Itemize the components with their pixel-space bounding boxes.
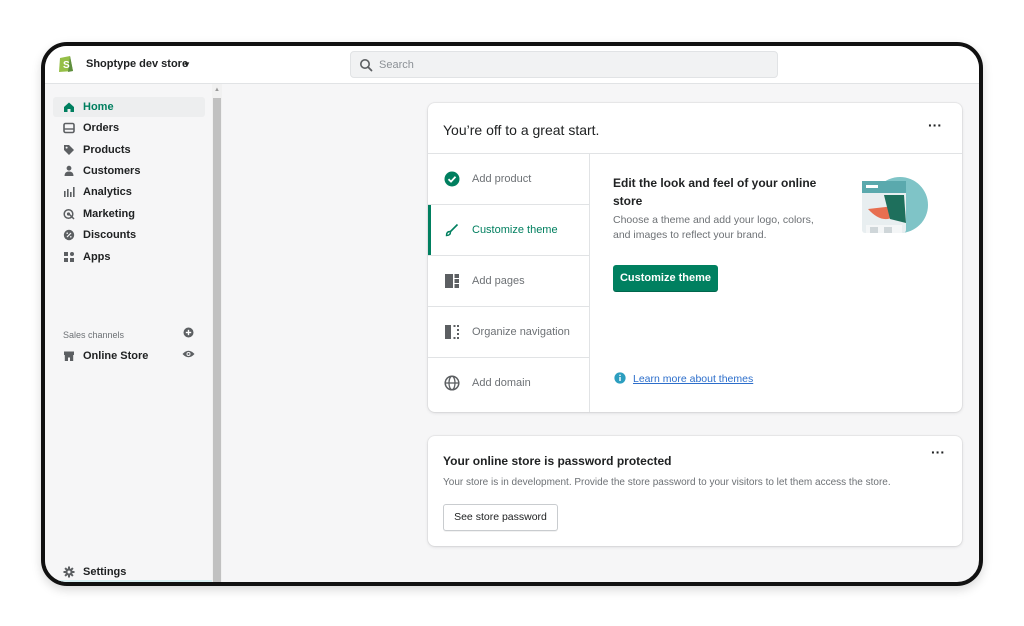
sales-channels-heading: Sales channels [63, 330, 125, 340]
pages-icon [445, 274, 459, 288]
step-label: Organize navigation [472, 326, 570, 338]
tag-icon [64, 145, 74, 155]
step-label: Add pages [472, 275, 525, 287]
home-icon [64, 102, 74, 112]
scroll-thumb[interactable] [213, 98, 221, 582]
info-icon [614, 372, 626, 384]
step-organize-navigation[interactable]: Organize navigation [428, 307, 589, 358]
step-label: Customize theme [472, 224, 558, 236]
svg-text:S: S [63, 60, 70, 71]
step-label: Add product [472, 173, 532, 185]
sidebar-item-settings[interactable]: Settings [53, 562, 205, 582]
more-actions-icon[interactable]: ··· [928, 118, 942, 132]
sidebar-item-label: Analytics [83, 186, 132, 198]
card-description: Your store is in development. Provide th… [443, 477, 891, 488]
sidebar-item-label: Discounts [83, 229, 137, 241]
sidebar-item-label: Home [83, 101, 114, 113]
apps-icon [64, 252, 74, 262]
sidebar-item-products[interactable]: Products [53, 140, 205, 160]
sidebar-item-label: Settings [83, 566, 127, 578]
step-add-pages[interactable]: Add pages [428, 256, 589, 307]
sidebar-item-label: Apps [83, 251, 111, 263]
step-add-domain[interactable]: Add domain [428, 358, 589, 409]
theme-illustration [862, 177, 928, 233]
sidebar-item-analytics[interactable]: Analytics [53, 182, 205, 202]
sidebar-item-customers[interactable]: Customers [53, 161, 205, 181]
step-add-product[interactable]: Add product [428, 154, 589, 205]
card-title: You’re off to a great start. [443, 122, 600, 138]
sidebar-divider [50, 580, 212, 582]
learn-more-link[interactable]: Learn more about themes [633, 373, 753, 385]
top-bar: S Shoptype dev store ▼ Search [45, 46, 979, 84]
see-store-password-button[interactable]: See store password [443, 504, 558, 531]
orders-icon [63, 122, 75, 134]
more-actions-icon[interactable]: ··· [931, 445, 945, 459]
step-detail-description: Choose a theme and add your logo, colors… [613, 214, 814, 241]
store-dropdown-icon[interactable]: ▼ [183, 60, 191, 69]
setup-steps-list: Add product Customize theme Add pages Or… [428, 154, 590, 412]
brush-icon [445, 223, 459, 237]
sidebar-item-label: Products [83, 144, 131, 156]
globe-icon [444, 375, 460, 391]
sidebar: Home Orders Products Customers Analytics… [45, 84, 212, 582]
sidebar-item-orders[interactable]: Orders [53, 118, 205, 138]
store-name[interactable]: Shoptype dev store [86, 58, 188, 70]
sidebar-item-marketing[interactable]: Marketing [53, 204, 205, 224]
sidebar-item-home[interactable]: Home [53, 97, 205, 117]
scroll-up-icon[interactable]: ▲ [214, 87, 220, 93]
password-protected-card: Your online store is password protected … [428, 436, 962, 546]
shopify-logo-icon[interactable]: S [57, 53, 75, 73]
add-channel-icon[interactable] [183, 327, 194, 338]
sidebar-item-label: Marketing [83, 208, 135, 220]
browser-frame: S Shoptype dev store ▼ Search Home Order… [41, 42, 983, 586]
step-label: Add domain [472, 377, 531, 389]
step-detail-title: Edit the look and feel of your online st… [613, 176, 817, 208]
navigation-icon [445, 325, 459, 339]
customize-theme-button[interactable]: Customize theme [613, 265, 718, 292]
sidebar-scrollbar[interactable]: ▲ [212, 84, 222, 582]
gear-icon [63, 566, 75, 578]
search-input[interactable]: Search [379, 59, 414, 71]
sidebar-item-label: Online Store [83, 350, 149, 362]
setup-guide-card: You’re off to a great start. ··· Add pro… [428, 103, 962, 412]
person-icon [64, 165, 74, 176]
bar-chart-icon [64, 187, 75, 197]
sidebar-item-label: Customers [83, 165, 141, 177]
check-circle-icon [444, 171, 460, 187]
step-customize-theme[interactable]: Customize theme [428, 205, 589, 256]
discount-icon [63, 229, 75, 241]
search-icon [360, 59, 373, 72]
sidebar-item-label: Orders [83, 122, 120, 134]
search-bar[interactable]: Search [350, 51, 778, 78]
card-title: Your online store is password protected [443, 454, 672, 468]
sidebar-item-discounts[interactable]: Discounts [53, 225, 205, 245]
eye-icon[interactable] [182, 349, 195, 359]
store-icon [64, 351, 74, 361]
target-icon [63, 208, 75, 220]
sidebar-item-apps[interactable]: Apps [53, 247, 205, 267]
